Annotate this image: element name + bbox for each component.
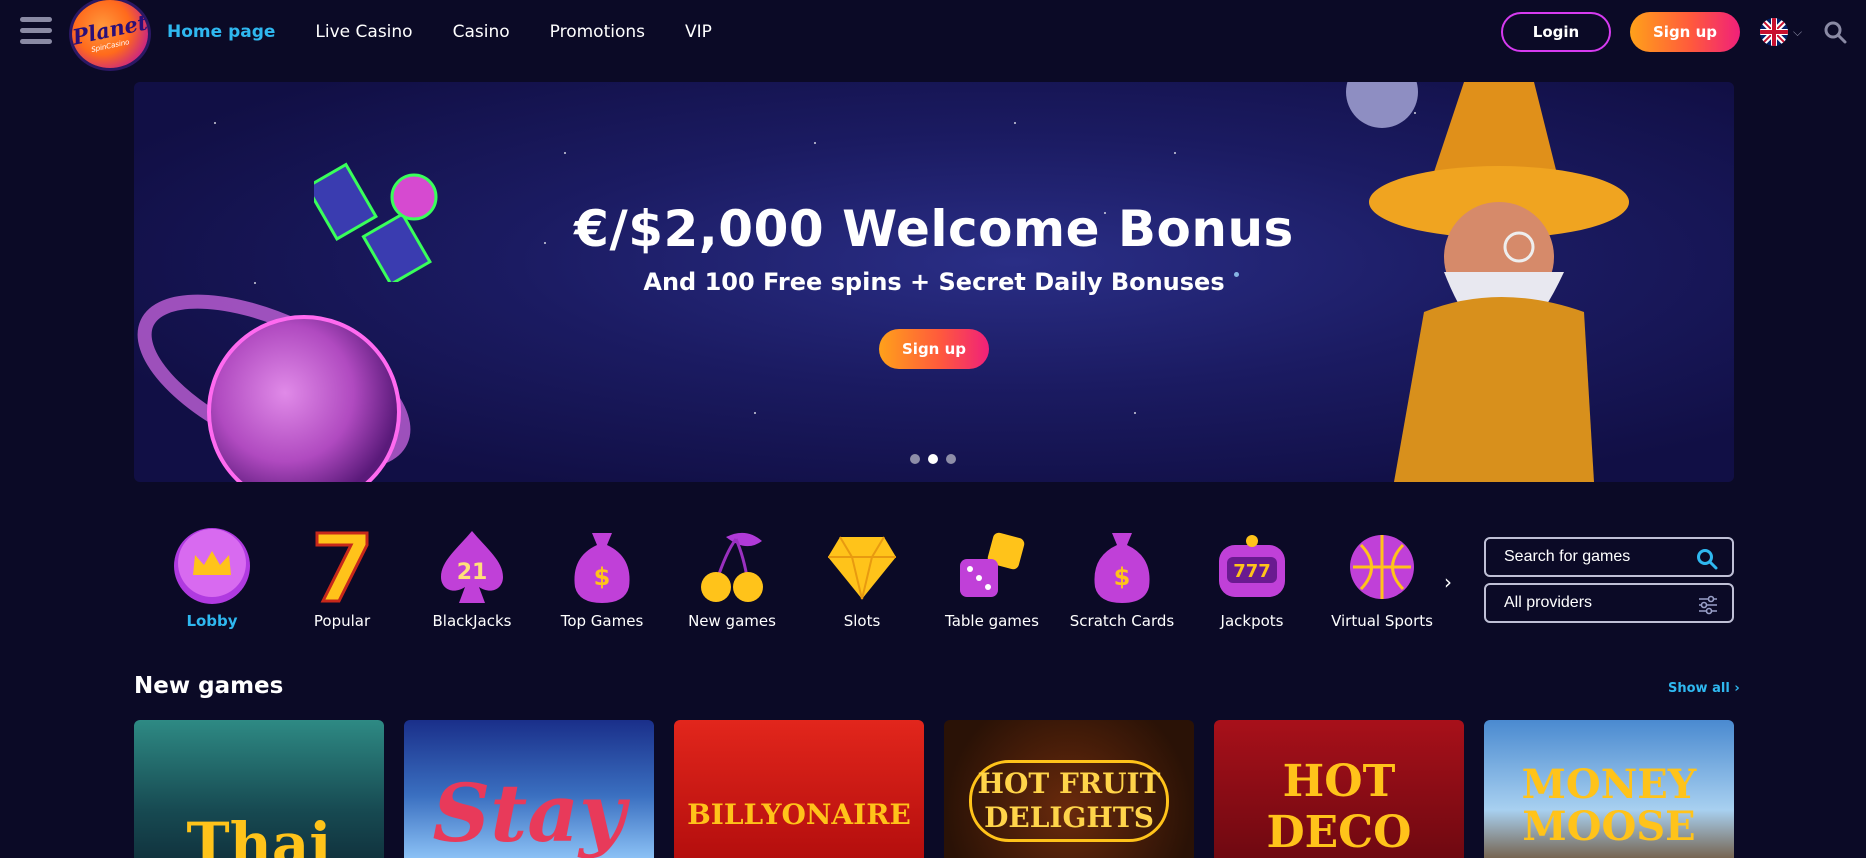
svg-text:$: $ [594,563,611,591]
crown-icon [172,526,252,606]
banner-title: €/$2,000 Welcome Bonus [574,200,1294,258]
svg-text:21: 21 [457,560,488,585]
category-label: New games [688,612,776,630]
category-label: BlackJacks [432,612,512,630]
chevron-right-icon[interactable]: › [1444,570,1464,594]
category-label: Virtual Sports [1331,612,1433,630]
promo-banner[interactable]: €/$2,000 Welcome Bonus And 100 Free spin… [134,82,1734,482]
category-new-games[interactable]: New games [667,526,797,638]
game-card[interactable]: Stay [404,720,654,858]
diamond-icon [822,526,902,606]
category-bar: Lobby Popular 21 BlackJacks $ Top Games … [147,526,1447,638]
login-button[interactable]: Login [1501,12,1611,52]
ball-icon [1342,526,1422,606]
game-title: HOT DECO [1266,756,1412,858]
category-table-games[interactable]: Table games [927,526,1057,638]
site-logo[interactable]: Planet SpinCasino [70,0,150,68]
category-label: Popular [313,612,371,630]
game-title: Thai [186,810,332,858]
section-title-new-games: New games [134,673,284,699]
game-card[interactable]: HOT DECO [1214,720,1464,858]
menu-icon[interactable] [20,17,52,45]
nav-promotions[interactable]: Promotions [550,22,645,42]
main-nav: Home page Live Casino Casino Promotions … [167,0,752,64]
carousel-dot[interactable] [946,454,956,464]
show-all-label: Show all [1668,681,1730,696]
chevron-right-icon: › [1734,681,1740,696]
search-icon[interactable] [1696,548,1718,574]
category-virtual-sports[interactable]: Virtual Sports [1317,526,1447,638]
nav-home[interactable]: Home page [167,22,275,42]
category-top-games[interactable]: $ Top Games [537,526,667,638]
show-all-link[interactable]: Show all › [1668,681,1740,696]
carousel-dots [910,454,964,464]
nav-vip[interactable]: VIP [685,22,712,42]
category-scratch-cards[interactable]: $ Scratch Cards [1057,526,1187,638]
money-bag-icon: $ [1082,526,1162,606]
search-input[interactable] [1504,548,1694,566]
banner-signup-button[interactable]: Sign up [879,329,989,369]
money-bag-icon: $ [562,526,642,606]
game-card[interactable]: MONEY MOOSE [1484,720,1734,858]
cherries-icon [692,526,772,606]
seven-icon [302,526,382,606]
spade-21-icon: 21 [432,526,512,606]
svg-text:$: $ [1114,563,1131,591]
carousel-dot-active[interactable] [928,454,938,464]
banner-subtitle: And 100 Free spins + Secret Daily Bonuse… [643,268,1225,296]
svg-text:777: 777 [1233,561,1271,582]
game-title: BILLYONAIRE [687,798,911,831]
game-title: HOT FRUIT DELIGHTS [969,760,1169,842]
category-label: Top Games [560,612,644,630]
new-games-row: Thai Stay BILLYONAIRE HOT FRUIT DELIGHTS… [134,720,1734,858]
nav-live-casino[interactable]: Live Casino [315,22,412,42]
game-title: Stay [432,766,626,858]
category-label: Slots [843,612,881,630]
category-label: Jackpots [1220,612,1284,630]
providers-value: All providers [1504,594,1593,611]
game-card[interactable]: HOT FRUIT DELIGHTS [944,720,1194,858]
chevron-down-icon: ⌵ [1793,24,1803,39]
game-search[interactable] [1484,537,1734,577]
category-jackpots[interactable]: 777 Jackpots [1187,526,1317,638]
filter-sliders-icon [1698,595,1718,620]
providers-select[interactable]: All providers [1484,583,1734,623]
category-label: Lobby [186,612,238,630]
category-blackjacks[interactable]: 21 BlackJacks [407,526,537,638]
game-card[interactable]: Thai [134,720,384,858]
site-header: Planet SpinCasino Home page Live Casino … [0,0,1866,68]
uk-flag-icon [1760,18,1788,46]
search-icon[interactable] [1823,20,1849,46]
game-title: MONEY MOOSE [1521,761,1697,850]
category-label: Scratch Cards [1069,612,1175,630]
game-card[interactable]: BILLYONAIRE [674,720,924,858]
category-lobby[interactable]: Lobby [147,526,277,638]
carousel-dot[interactable] [910,454,920,464]
category-label: Table games [945,612,1039,630]
dice-icon [952,526,1032,606]
category-popular[interactable]: Popular [277,526,407,638]
signup-button[interactable]: Sign up [1630,12,1740,52]
planet-illustration [137,294,411,482]
slot-777-icon: 777 [1212,526,1292,606]
category-slots[interactable]: Slots [797,526,927,638]
language-selector[interactable]: ⌵ [1760,18,1810,46]
nav-casino[interactable]: Casino [453,22,510,42]
